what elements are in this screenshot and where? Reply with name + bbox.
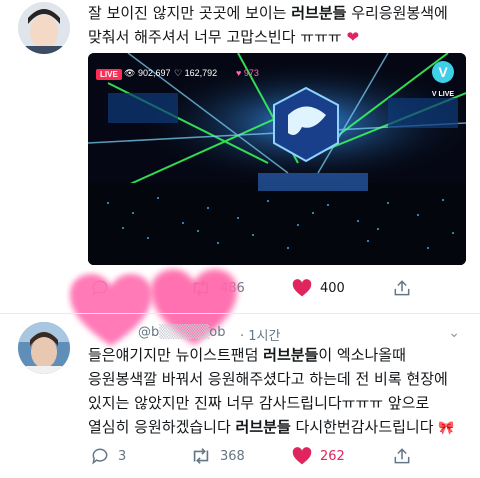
- share-icon: [394, 448, 410, 464]
- reply-icon: [92, 448, 108, 465]
- like-button[interactable]: 262: [292, 446, 345, 466]
- heart-filled-icon: [292, 279, 312, 297]
- vlive-logo: V V LIVE: [430, 61, 456, 101]
- share-button[interactable]: [392, 446, 412, 466]
- heart-icon: ♥: [236, 68, 242, 78]
- like-button[interactable]: 400: [292, 278, 345, 298]
- viewer-icon: 👁: [124, 68, 136, 78]
- heart-outline-icon: ♡: [174, 68, 183, 78]
- share-button[interactable]: [392, 278, 412, 298]
- retweet-icon: [193, 448, 209, 464]
- tweet-divider: [0, 313, 480, 314]
- tweet2-handle[interactable]: @b▒▒▒▒▒ob: [138, 325, 225, 340]
- avatar-tweet1[interactable]: [18, 2, 70, 54]
- tweet1-text-line2: 맞춰서 해주셔서 너무 고맙스빈다 ㅠㅠㅠ ❤: [88, 28, 360, 46]
- viewer-count: 👁 902,697: [124, 68, 171, 78]
- concert-stage-image: [88, 53, 466, 265]
- chevron-down-icon[interactable]: ⌄: [448, 325, 460, 341]
- tweet2-text-line3: 있지는 않았지만 진짜 너무 감사드립니다ㅠㅠㅠ 앞으로: [88, 394, 430, 412]
- retweet-button[interactable]: 368: [190, 446, 245, 466]
- tweet1-text-line1: 잘 보이진 않지만 곳곳에 보이는 러브분들 우리응원봉색에: [88, 4, 448, 22]
- avatar-tweet2[interactable]: [18, 322, 70, 374]
- vlive-logo-icon: V: [432, 61, 454, 83]
- ribbon-emoji-icon: 🎀: [438, 421, 455, 436]
- like-count-live: ♡ 162,792: [174, 68, 218, 78]
- heart-filled-icon: [292, 447, 312, 465]
- tweet2-text-line1: 들은얘기지만 뉴이스트팬덤 러브분들이 엑소나올때: [88, 346, 406, 364]
- tweet1-media-image[interactable]: LIVE 👁 902,697 ♡ 162,792 ♥ 973 V V LIVE: [88, 53, 466, 265]
- tweet2-text-line2: 응원봉색깔 바꿔서 응원해주셨다고 하는데 전 비록 현장에: [88, 370, 448, 388]
- heart-count-live: ♥ 973: [236, 68, 259, 78]
- live-badge: LIVE: [96, 69, 122, 80]
- share-icon: [394, 280, 410, 296]
- reply-button[interactable]: 3: [90, 446, 126, 466]
- heart-emoji-icon: ❤: [346, 28, 360, 46]
- tweet2-text-line4: 열심히 응원하겠습니다 러브분들 다시한번감사드립니다 🎀: [88, 418, 455, 436]
